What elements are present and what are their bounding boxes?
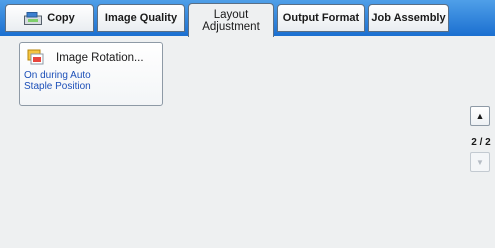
scroll-down-button[interactable]: ▼: [470, 152, 490, 172]
tab-image-quality[interactable]: Image Quality: [97, 4, 185, 32]
tab-job-assembly[interactable]: Job Assembly: [368, 4, 449, 32]
tab-layout-adjustment-label: Layout Adjustment: [202, 8, 260, 33]
tab-copy-label: Copy: [47, 12, 75, 24]
image-rotation-title: Image Rotation...: [56, 52, 144, 64]
image-rotation-button[interactable]: Image Rotation... On during Auto Staple …: [19, 42, 163, 106]
tab-image-quality-label: Image Quality: [104, 12, 178, 24]
image-rotation-value: On during Auto Staple Position: [24, 70, 91, 92]
image-rotation-icon: [26, 49, 48, 67]
scroll-up-button[interactable]: ▲: [470, 106, 490, 126]
arrow-down-icon: ▼: [476, 157, 484, 167]
tab-job-assembly-label: Job Assembly: [371, 12, 446, 24]
copy-icon: [24, 11, 43, 25]
tab-output-format[interactable]: Output Format: [277, 4, 365, 32]
arrow-up-icon: ▲: [475, 111, 485, 121]
page-indicator: 2 / 2: [471, 137, 491, 148]
tab-layout-adjustment[interactable]: Layout Adjustment: [188, 3, 274, 37]
tab-copy[interactable]: Copy: [5, 4, 94, 32]
tab-output-format-label: Output Format: [282, 12, 360, 24]
tab-bar: Copy Image Quality Layout Adjustment Out…: [0, 0, 495, 37]
